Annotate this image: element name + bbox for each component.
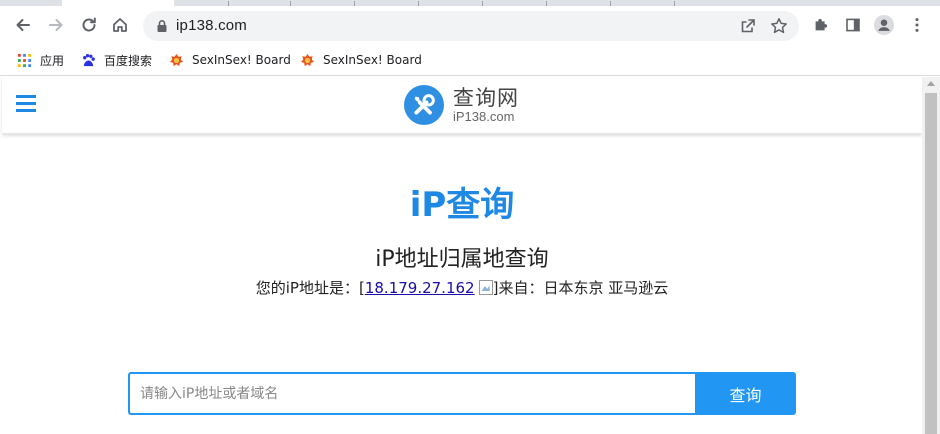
back-button[interactable]: [10, 12, 36, 38]
profile-avatar-icon: [874, 15, 894, 35]
bookmark-label: SexInSex! Board: [192, 53, 291, 67]
site-favicon-icon: [299, 52, 315, 68]
bookmarks-bar: 应用 百度搜索 SexInSex! Board SexInSex! Board: [0, 44, 940, 76]
ip-search-input[interactable]: [130, 374, 696, 413]
page-title: iP查询: [409, 185, 515, 225]
page-subtitle: iP地址归属地查询: [375, 247, 549, 272]
back-arrow-icon: [16, 19, 30, 31]
forward-button[interactable]: [43, 12, 69, 38]
address-bar[interactable]: ip138.com: [143, 11, 799, 41]
share-icon[interactable]: [739, 17, 757, 35]
reload-icon: [82, 17, 96, 32]
bookmark-sexinsex-2[interactable]: SexInSex! Board: [299, 51, 422, 69]
baidu-paw-icon: [80, 52, 96, 68]
browser-toolbar: ip138.com: [0, 6, 940, 44]
bookmark-sexinsex-1[interactable]: SexInSex! Board: [168, 51, 291, 69]
tools-logo-icon: [404, 85, 444, 125]
search-field-wrapper: [128, 372, 696, 415]
logo-english-text: iP138.com: [453, 109, 515, 124]
site-favicon-icon: [168, 52, 184, 68]
puzzle-icon: [815, 18, 828, 31]
vertical-scrollbar[interactable]: [922, 77, 940, 434]
url-text[interactable]: ip138.com: [176, 17, 247, 34]
menu-button[interactable]: [907, 15, 927, 35]
hamburger-menu-icon[interactable]: [16, 95, 36, 114]
home-icon: [113, 18, 127, 32]
broken-image-icon: [478, 280, 493, 295]
reload-button[interactable]: [76, 12, 102, 38]
bookmark-apps[interactable]: 应用: [16, 51, 64, 69]
scroll-up-arrow-icon[interactable]: [927, 81, 935, 86]
bookmark-label: 应用: [40, 53, 65, 68]
page-viewport: 查询网 iP138.com iP查询 iP地址归属地查询 您的iP地址是：[18…: [0, 77, 940, 434]
ip-address-link[interactable]: 18.179.27.162: [365, 279, 475, 297]
ip-prefix-text: 您的iP地址是：[: [255, 279, 365, 297]
bookmark-baidu[interactable]: 百度搜索: [80, 51, 152, 69]
bookmark-label: SexInSex! Board: [323, 53, 422, 67]
profile-button[interactable]: [874, 15, 894, 35]
logo-chinese-text: 查询网: [453, 86, 519, 110]
forward-arrow-icon: [49, 19, 63, 31]
home-button[interactable]: [107, 12, 133, 38]
bookmark-label: 百度搜索: [104, 53, 153, 68]
apps-grid-icon: [16, 52, 32, 68]
more-vertical-icon: [915, 18, 919, 32]
site-header: 查询网 iP138.com: [2, 77, 922, 134]
side-panel-icon: [846, 18, 860, 32]
bookmark-star-icon[interactable]: [769, 16, 789, 36]
side-panel-button[interactable]: [843, 15, 863, 35]
extensions-button[interactable]: [811, 15, 831, 35]
search-button[interactable]: 查询: [695, 372, 796, 415]
ip-info-line: 您的iP地址是：[18.179.27.162 ]来自：日本东京 亚马逊云: [0, 277, 924, 298]
lock-icon[interactable]: [155, 19, 169, 33]
site-logo[interactable]: 查询网 iP138.com: [404, 83, 519, 127]
ip-location-text: ]来自：日本东京 亚马逊云: [492, 279, 669, 297]
scrollbar-thumb[interactable]: [925, 93, 937, 434]
